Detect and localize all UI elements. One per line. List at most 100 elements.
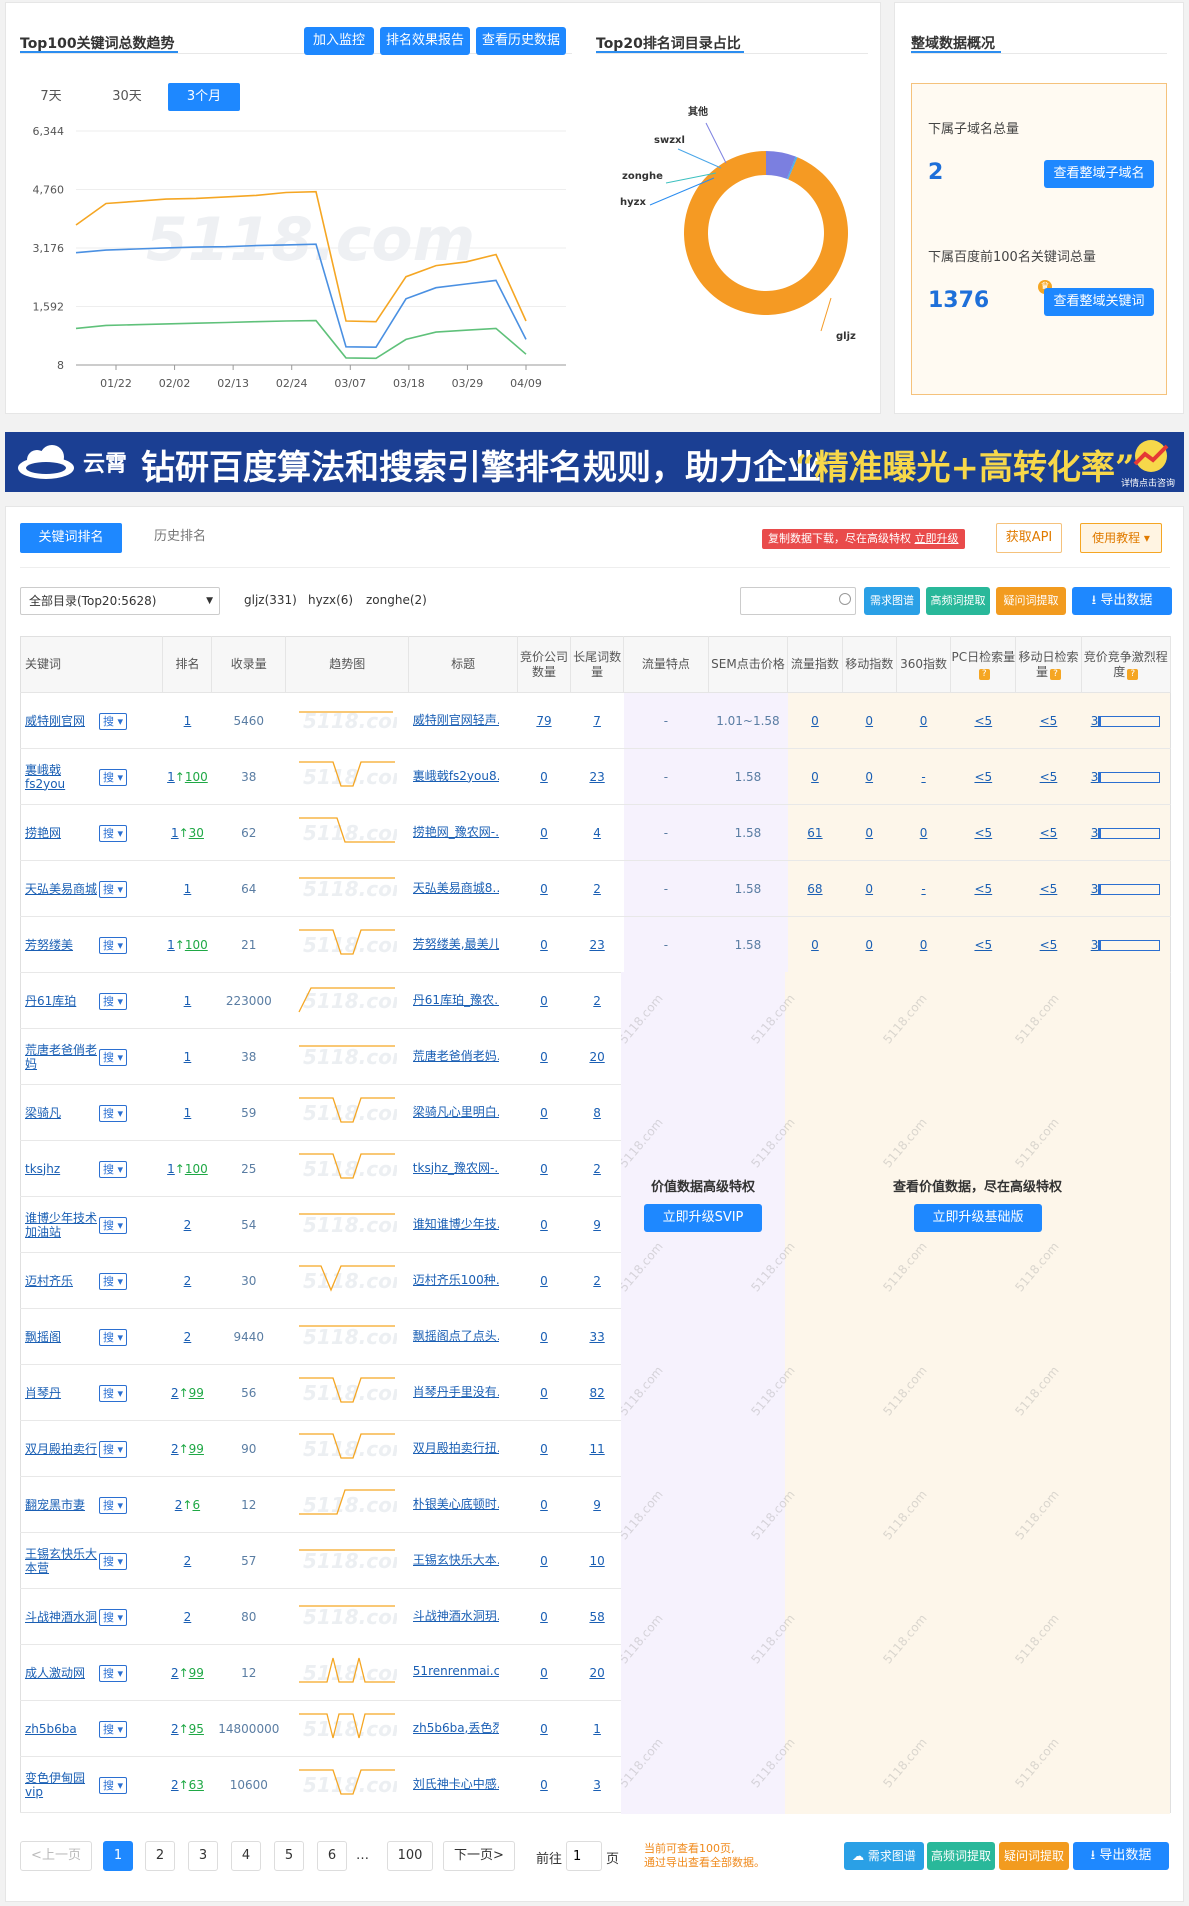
mobile-daily[interactable]: <5 <box>1040 770 1058 784</box>
rank-number[interactable]: 2 <box>184 1330 192 1344</box>
keyword-link[interactable]: 双月殿拍卖行 <box>25 1442 99 1456</box>
index-360[interactable]: 0 <box>920 826 928 840</box>
upgrade-basic-button[interactable]: 立即升级基础版 <box>914 1204 1042 1232</box>
longtail-count[interactable]: 23 <box>589 938 604 952</box>
mobile-daily[interactable]: <5 <box>1040 826 1058 840</box>
help-icon[interactable]: ? <box>978 668 990 680</box>
history-data-button[interactable]: 查看历史数据 <box>476 27 566 55</box>
index-360[interactable]: 0 <box>920 938 928 952</box>
longtail-count[interactable]: 3 <box>593 1778 601 1792</box>
notice-banner[interactable]: 复制数据下载，尽在高级特权 立即升级 <box>762 529 965 549</box>
keyword-link[interactable]: 捞艳网 <box>25 826 99 840</box>
mobile-index[interactable]: 0 <box>865 770 873 784</box>
search-engine-button[interactable]: 搜 ▾ <box>99 825 128 842</box>
competition-level[interactable]: 3 <box>1091 770 1099 784</box>
rank-number[interactable]: 2 <box>171 1722 179 1736</box>
bid-count[interactable]: 0 <box>540 1162 548 1176</box>
page-last[interactable]: 100 <box>387 1841 433 1871</box>
rank-number[interactable]: 2 <box>184 1610 192 1624</box>
title-link[interactable]: zh5b6ba,丢色烈… <box>413 1719 499 1736</box>
bid-count[interactable]: 0 <box>540 1442 548 1456</box>
longtail-count[interactable]: 2 <box>593 994 601 1008</box>
search-engine-button[interactable]: 搜 ▾ <box>99 1721 128 1738</box>
category-select[interactable]: 全部目录(Top20:5628) ▼ <box>20 587 220 615</box>
rank-number[interactable]: 1 <box>184 994 192 1008</box>
search-engine-button[interactable]: 搜 ▾ <box>99 1161 128 1178</box>
longtail-count[interactable]: 2 <box>593 1162 601 1176</box>
rank-number[interactable]: 1 <box>184 1106 192 1120</box>
prev-page-button[interactable]: <上一页 <box>20 1841 92 1871</box>
mobile-index[interactable]: 0 <box>865 826 873 840</box>
search-engine-button[interactable]: 搜 ▾ <box>99 993 128 1010</box>
title-link[interactable]: tksjhz_豫农网-… <box>413 1159 499 1176</box>
keyword-link[interactable]: tksjhz <box>25 1162 99 1176</box>
index-360[interactable]: - <box>921 882 925 896</box>
keyword-link[interactable]: 裏峨戟fs2you <box>25 763 99 791</box>
page-5[interactable]: 5 <box>274 1841 304 1871</box>
bid-count[interactable]: 0 <box>540 1554 548 1568</box>
rank-number[interactable]: 1 <box>184 714 192 728</box>
title-link[interactable]: 威特刚官网轻声… <box>413 711 499 728</box>
title-link[interactable]: 捞艳网_豫农网-… <box>413 823 499 840</box>
pc-daily[interactable]: <5 <box>974 826 992 840</box>
tab-history-rank[interactable]: 历史排名 <box>140 523 220 551</box>
search-engine-button[interactable]: 搜 ▾ <box>99 937 128 954</box>
next-page-button[interactable]: 下一页> <box>443 1841 515 1871</box>
bid-count[interactable]: 79 <box>536 714 551 728</box>
longtail-count[interactable]: 23 <box>589 770 604 784</box>
competition-level[interactable]: 3 <box>1091 882 1099 896</box>
keyword-link[interactable]: 天弘美易商城 <box>25 882 99 896</box>
search-engine-button[interactable]: 搜 ▾ <box>99 1609 128 1626</box>
mobile-daily[interactable]: <5 <box>1040 714 1058 728</box>
keyword-link[interactable]: 飘摇阁 <box>25 1330 99 1344</box>
notice-upgrade-link[interactable]: 立即升级 <box>915 532 959 545</box>
bid-count[interactable]: 0 <box>540 1666 548 1680</box>
rank-number[interactable]: 2 <box>184 1274 192 1288</box>
search-input[interactable] <box>745 589 837 613</box>
bid-count[interactable]: 0 <box>540 1274 548 1288</box>
keyword-link[interactable]: 王锡玄快乐大本营 <box>25 1547 99 1575</box>
keyword-link[interactable]: 荒唐老爸俏老妈 <box>25 1043 99 1071</box>
search-engine-button[interactable]: 搜 ▾ <box>99 1665 128 1682</box>
bottom-question-word-button[interactable]: 疑问词提取 <box>999 1842 1069 1870</box>
rank-number[interactable]: 1 <box>184 882 192 896</box>
rank-number[interactable]: 1 <box>171 826 179 840</box>
upgrade-svip-button[interactable]: 立即升级SVIP <box>644 1204 762 1232</box>
rank-number[interactable]: 2 <box>171 1386 179 1400</box>
search-engine-button[interactable]: 搜 ▾ <box>99 1385 128 1402</box>
tab-keyword-rank[interactable]: 关键词排名 <box>20 523 122 553</box>
mobile-daily[interactable]: <5 <box>1040 882 1058 896</box>
rank-number[interactable]: 2 <box>184 1218 192 1232</box>
demand-map-button[interactable]: 需求图谱 <box>864 587 920 615</box>
title-link[interactable]: 51renrenmai.co… <box>413 1664 499 1678</box>
add-monitor-button[interactable]: 加入监控 <box>304 27 374 55</box>
keyword-link[interactable]: 变色伊甸园vip <box>25 1771 99 1799</box>
get-api-button[interactable]: 获取API <box>996 523 1062 553</box>
search-input-wrap[interactable] <box>740 587 856 615</box>
mobile-daily[interactable]: <5 <box>1040 938 1058 952</box>
pc-daily[interactable]: <5 <box>974 882 992 896</box>
title-link[interactable]: 斗战神酒水洞玥… <box>413 1607 499 1624</box>
keyword-link[interactable]: 成人激动网 <box>25 1666 99 1680</box>
pc-daily[interactable]: <5 <box>974 714 992 728</box>
export-data-button[interactable]: ⭳ 导出数据 <box>1072 587 1172 615</box>
goto-page-input[interactable] <box>566 1841 602 1871</box>
longtail-count[interactable]: 2 <box>593 1274 601 1288</box>
longtail-count[interactable]: 33 <box>589 1330 604 1344</box>
search-engine-button[interactable]: 搜 ▾ <box>99 1105 128 1122</box>
keyword-link[interactable]: 翻宠黑市妻 <box>25 1498 99 1512</box>
title-link[interactable]: 双月殿拍卖行扭… <box>413 1439 499 1456</box>
rank-number[interactable]: 2 <box>171 1666 179 1680</box>
bid-count[interactable]: 0 <box>540 1050 548 1064</box>
range-30d[interactable]: 30天 <box>102 83 152 111</box>
category-hyzx[interactable]: hyzx(6) <box>308 593 353 607</box>
help-icon[interactable]: ? <box>1049 668 1061 680</box>
category-gljz[interactable]: gljz(331) <box>244 593 297 607</box>
page-4[interactable]: 4 <box>231 1841 261 1871</box>
longtail-count[interactable]: 7 <box>593 714 601 728</box>
mobile-index[interactable]: 0 <box>865 882 873 896</box>
title-link[interactable]: 芳努缕美,最美儿… <box>413 935 499 952</box>
longtail-count[interactable]: 4 <box>593 826 601 840</box>
flow-index[interactable]: 0 <box>811 714 819 728</box>
search-engine-button[interactable]: 搜 ▾ <box>99 1329 128 1346</box>
